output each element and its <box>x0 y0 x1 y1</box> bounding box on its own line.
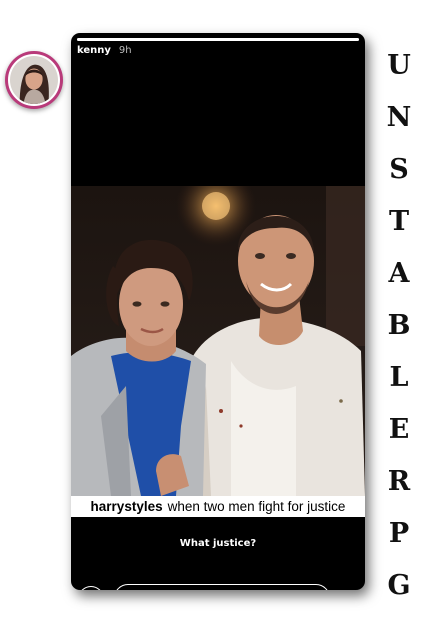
watermark-letter: A <box>388 258 410 289</box>
watermark-letter: R <box>387 466 411 497</box>
caption-username: harrystyles <box>90 499 163 514</box>
watermark-letter: T <box>388 206 410 237</box>
story-viewer[interactable]: kenny 9h harrystyles when two men fight … <box>71 33 365 590</box>
send-icon[interactable] <box>339 588 357 590</box>
story-progress-bar <box>77 38 359 41</box>
story-progress-fill <box>77 38 359 41</box>
story-username[interactable]: kenny <box>77 45 111 56</box>
story-text-overlay: What justice? <box>179 538 257 549</box>
caption-text: when two men fight for justice <box>167 499 346 514</box>
story-photo <box>71 186 365 496</box>
watermark-letter: N <box>386 102 412 133</box>
profile-avatar[interactable] <box>5 51 63 109</box>
camera-button[interactable] <box>78 586 104 590</box>
watermark-letter: P <box>388 518 410 549</box>
watermark-letter: E <box>388 414 410 445</box>
watermark-letter: G <box>387 570 411 601</box>
story-header: kenny 9h <box>77 45 132 56</box>
avatar-photo <box>8 54 60 106</box>
send-message-input[interactable] <box>114 584 330 590</box>
watermark-letter: S <box>389 154 409 185</box>
story-timestamp: 9h <box>118 45 132 56</box>
watermark-letter: L <box>389 362 409 393</box>
watermark-letter: U <box>387 50 411 81</box>
watermark-letter: B <box>387 310 411 341</box>
caption-bar: harrystyles when two men fight for justi… <box>71 496 365 517</box>
watermark-letters: UNSTABLERPG <box>384 40 414 612</box>
